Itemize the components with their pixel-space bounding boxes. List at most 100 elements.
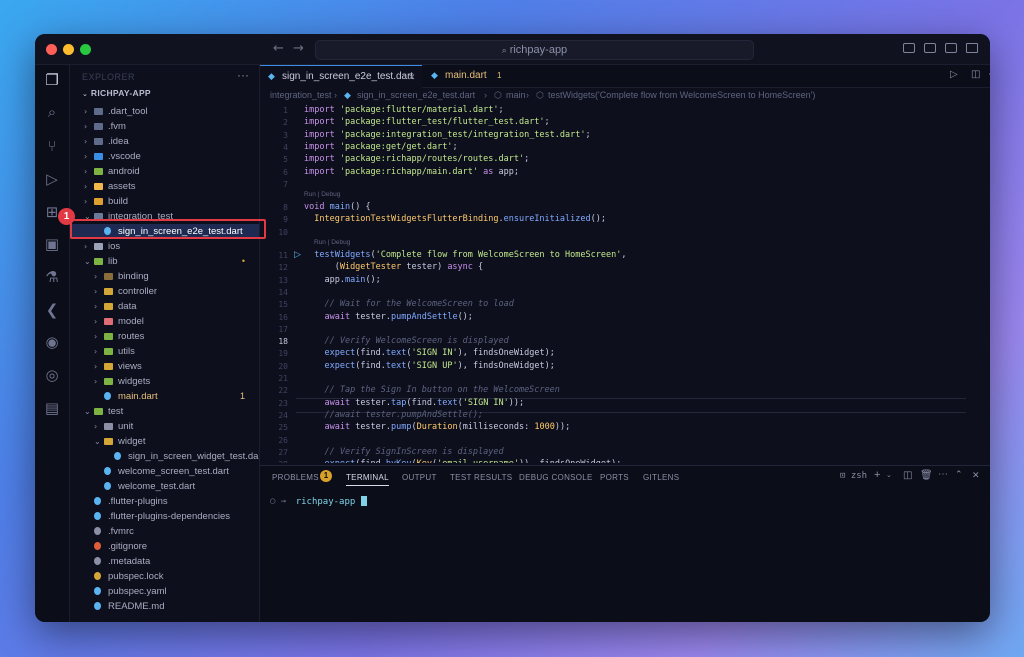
close-panel-icon[interactable]: ✕ xyxy=(972,470,980,481)
code-line[interactable]: await tester.tap(find.text('SIGN IN')); xyxy=(304,398,524,408)
close-window-button[interactable] xyxy=(46,44,57,55)
close-tab-icon[interactable]: ✕ xyxy=(408,66,416,88)
run-icon[interactable]: ▷ xyxy=(950,69,958,80)
folder-item[interactable]: › .idea xyxy=(70,134,259,149)
code-lens-run-debug[interactable]: Run | Debug xyxy=(304,191,340,198)
code-line[interactable]: (WidgetTester tester) async { xyxy=(304,262,483,272)
toggle-secondary-sidebar-icon[interactable] xyxy=(945,43,957,53)
code-line[interactable]: import 'package:richapp/main.dart' as ap… xyxy=(304,167,519,177)
minimize-window-button[interactable] xyxy=(63,44,74,55)
timeline-icon[interactable]: ◎ xyxy=(43,366,61,384)
code-line[interactable]: // Tap the Sign In button on the Welcome… xyxy=(304,385,559,395)
tab-test-results[interactable]: TEST RESULTS xyxy=(450,473,512,482)
code-line[interactable]: expect(find.text('SIGN UP'), findsOneWid… xyxy=(304,361,554,371)
more-actions-icon[interactable]: ··· xyxy=(237,68,249,82)
file-item[interactable]: pubspec.lock xyxy=(70,569,259,584)
workspace-root[interactable]: ⌄ RICHPAY-APP xyxy=(82,88,151,98)
file-item[interactable]: .gitignore xyxy=(70,539,259,554)
folder-item[interactable]: › ios xyxy=(70,239,259,254)
folder-item[interactable]: › unit xyxy=(70,419,259,434)
file-item[interactable]: sign_in_screen_widget_test.dart xyxy=(70,449,259,464)
code-line[interactable]: import 'package:get/get.dart'; xyxy=(304,142,458,152)
back-arrow-icon[interactable]: ← xyxy=(273,41,284,56)
folder-item[interactable]: › views xyxy=(70,359,259,374)
trash-icon[interactable]: 🗑 xyxy=(920,470,933,481)
code-line[interactable]: testWidgets('Complete flow from WelcomeS… xyxy=(304,250,626,260)
code-lens-run-debug[interactable]: Run | Debug xyxy=(314,239,350,246)
code-line[interactable]: expect(find.byKey(Key('email_username'))… xyxy=(304,459,621,463)
customize-layout-icon[interactable] xyxy=(966,43,978,53)
remote-explorer-icon[interactable]: ▣ xyxy=(43,235,61,253)
code-line[interactable]: import 'package:integration_test/integra… xyxy=(304,130,591,140)
code-line[interactable]: import 'package:flutter_test/flutter_tes… xyxy=(304,117,550,127)
source-control-icon[interactable]: ⑂ xyxy=(43,137,61,155)
folder-item[interactable]: › controller xyxy=(70,284,259,299)
code-line[interactable]: import 'package:flutter/material.dart'; xyxy=(304,105,504,115)
folder-item[interactable]: › .fvm xyxy=(70,119,259,134)
split-editor-icon[interactable]: ◫ xyxy=(971,69,980,80)
terminal-prompt[interactable]: ○ → richpay-app xyxy=(270,496,367,507)
maximize-window-button[interactable] xyxy=(80,44,91,55)
toggle-panel-icon[interactable] xyxy=(924,43,936,53)
chevron-down-icon[interactable]: ⌄ xyxy=(886,471,892,479)
folder-item[interactable]: › utils xyxy=(70,344,259,359)
folder-item[interactable]: › assets xyxy=(70,179,259,194)
file-item[interactable]: pubspec.yaml xyxy=(70,584,259,599)
file-item[interactable]: welcome_screen_test.dart xyxy=(70,464,259,479)
terminal-shell-selector[interactable]: ⊡ zsh xyxy=(840,471,867,481)
more-actions-icon[interactable]: ⋯ xyxy=(988,69,990,80)
code-editor[interactable]: 1 import 'package:flutter/material.dart';… xyxy=(260,103,990,463)
tab-gitlens[interactable]: GITLENS xyxy=(643,473,679,482)
tab-main-dart[interactable]: ◆ main.dart 1 xyxy=(423,65,513,87)
tab-sign-in-screen-e2e-test[interactable]: ◆ sign_in_screen_e2e_test.dart ✕ xyxy=(260,65,422,88)
code-line[interactable]: // Verify SignInScreen is displayed xyxy=(304,447,503,457)
code-line[interactable]: //await tester.pumpAndSettle(); xyxy=(304,410,483,420)
testing-icon[interactable]: ⚗ xyxy=(43,268,61,286)
folder-item[interactable]: › model xyxy=(70,314,259,329)
gitlens-icon[interactable]: ◉ xyxy=(43,333,61,351)
explorer-icon[interactable]: ❐ xyxy=(43,71,61,89)
file-item[interactable]: .flutter-plugins xyxy=(70,494,259,509)
flutter-icon[interactable]: ❮ xyxy=(43,301,61,319)
forward-arrow-icon[interactable]: → xyxy=(293,41,304,56)
search-icon[interactable]: ⌕ xyxy=(43,103,61,121)
file-item[interactable]: .flutter-plugins-dependencies xyxy=(70,509,259,524)
new-terminal-icon[interactable]: + xyxy=(874,469,880,481)
tab-ports[interactable]: PORTS xyxy=(600,473,629,482)
file-item[interactable]: .metadata xyxy=(70,554,259,569)
code-line[interactable]: void main() { xyxy=(304,202,371,212)
folder-item[interactable]: › data xyxy=(70,299,259,314)
command-center-search[interactable]: ⌕ richpay-app xyxy=(315,40,754,60)
run-debug-icon[interactable]: ▷ xyxy=(43,170,61,188)
code-line[interactable]: expect(find.text('SIGN IN'), findsOneWid… xyxy=(304,348,554,358)
folder-item[interactable]: ⌄ lib • xyxy=(70,254,259,269)
tab-terminal[interactable]: TERMINAL xyxy=(346,473,389,486)
code-line[interactable]: await tester.pumpAndSettle(); xyxy=(304,312,472,322)
more-actions-icon[interactable]: ⋯ xyxy=(938,469,948,480)
folder-icon[interactable]: ▤ xyxy=(43,399,61,417)
maximize-panel-icon[interactable]: ⌃ xyxy=(955,470,963,480)
tab-problems[interactable]: PROBLEMS xyxy=(272,473,319,482)
code-line[interactable]: // Wait for the WelcomeScreen to load xyxy=(304,299,513,309)
tab-debug-console[interactable]: DEBUG CONSOLE xyxy=(519,473,593,482)
folder-item[interactable]: ⌄ test xyxy=(70,404,259,419)
code-line[interactable]: // Verify WelcomeScreen is displayed xyxy=(304,336,508,346)
code-line[interactable]: app.main(); xyxy=(304,275,380,285)
file-item[interactable]: welcome_test.dart xyxy=(70,479,259,494)
toggle-sidebar-icon[interactable] xyxy=(903,43,915,53)
split-terminal-icon[interactable]: ◫ xyxy=(903,470,912,481)
run-test-icon[interactable]: ▷ xyxy=(294,250,301,260)
file-item[interactable]: .fvmrc xyxy=(70,524,259,539)
folder-item[interactable]: › android xyxy=(70,164,259,179)
file-item[interactable]: README.md xyxy=(70,599,259,614)
folder-item[interactable]: › .vscode xyxy=(70,149,259,164)
tab-output[interactable]: OUTPUT xyxy=(402,473,437,482)
folder-item[interactable]: ⌄ widget xyxy=(70,434,259,449)
folder-item[interactable]: › binding xyxy=(70,269,259,284)
folder-item[interactable]: › widgets xyxy=(70,374,259,389)
folder-item[interactable]: › routes xyxy=(70,329,259,344)
code-line[interactable]: IntegrationTestWidgetsFlutterBinding.ens… xyxy=(304,214,606,224)
code-line[interactable]: import 'package:richapp/routes/routes.da… xyxy=(304,154,529,164)
folder-item[interactable]: › build xyxy=(70,194,259,209)
folder-item[interactable]: › .dart_tool xyxy=(70,104,259,119)
